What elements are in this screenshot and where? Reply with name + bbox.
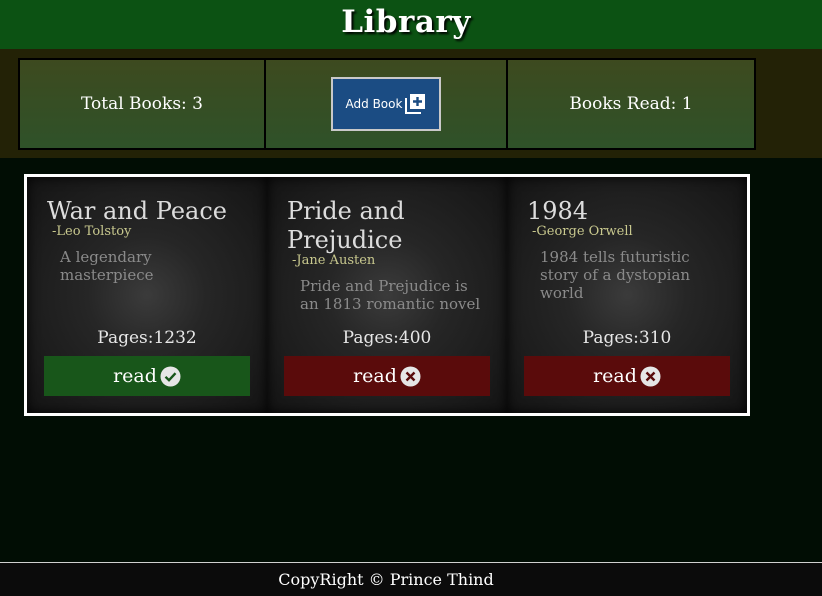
stats-bar: Total Books: 3 Add Book Books Read: 1	[18, 58, 756, 150]
page-title: Library	[341, 3, 471, 40]
x-circle-icon	[640, 366, 661, 386]
copyright-text: CopyRight © Prince Thind	[278, 570, 494, 589]
read-label: read	[353, 365, 397, 387]
book-author: -George Orwell	[532, 224, 633, 239]
footer: CopyRight © Prince Thind	[0, 562, 822, 596]
book-title: War and Peace	[47, 197, 227, 225]
x-circle-icon	[400, 366, 421, 386]
books-read-stat: Books Read: 1	[508, 60, 754, 148]
read-label: read	[113, 365, 157, 387]
book-list: War and Peace -Leo Tolstoy A legendary m…	[24, 174, 750, 416]
read-toggle-button[interactable]: read	[284, 356, 490, 396]
read-toggle-button[interactable]: read	[524, 356, 730, 396]
read-toggle-button[interactable]: read	[44, 356, 250, 396]
book-pages: Pages:310	[582, 328, 672, 348]
book-author: -Jane Austen	[292, 253, 376, 268]
add-book-label: Add Book	[345, 97, 403, 111]
book-description: 1984 tells futuristic story of a dystopi…	[540, 248, 691, 302]
add-book-cell: Add Book	[266, 60, 508, 148]
book-description: Pride and Prejudice is an 1813 romantic …	[300, 277, 481, 313]
book-author: -Leo Tolstoy	[52, 224, 132, 239]
book-card: 1984 -George Orwell 1984 tells futuristi…	[507, 177, 747, 413]
book-pages: Pages:1232	[97, 328, 197, 348]
book-title: 1984	[527, 197, 589, 225]
book-description: A legendary masterpiece	[60, 248, 154, 284]
books-read-label: Books Read: 1	[569, 94, 693, 114]
add-book-button[interactable]: Add Book	[331, 77, 441, 131]
read-label: read	[593, 365, 637, 387]
total-books-stat: Total Books: 3	[20, 60, 266, 148]
book-card: Pride and Prejudice -Jane Austen Pride a…	[267, 177, 507, 413]
add-library-icon	[405, 94, 426, 114]
app-header: Library	[0, 0, 822, 49]
total-books-label: Total Books: 3	[81, 94, 203, 114]
book-pages: Pages:400	[342, 328, 432, 348]
book-card: War and Peace -Leo Tolstoy A legendary m…	[27, 177, 267, 413]
check-circle-icon	[160, 366, 181, 386]
book-title: Pride and Prejudice	[287, 197, 405, 254]
